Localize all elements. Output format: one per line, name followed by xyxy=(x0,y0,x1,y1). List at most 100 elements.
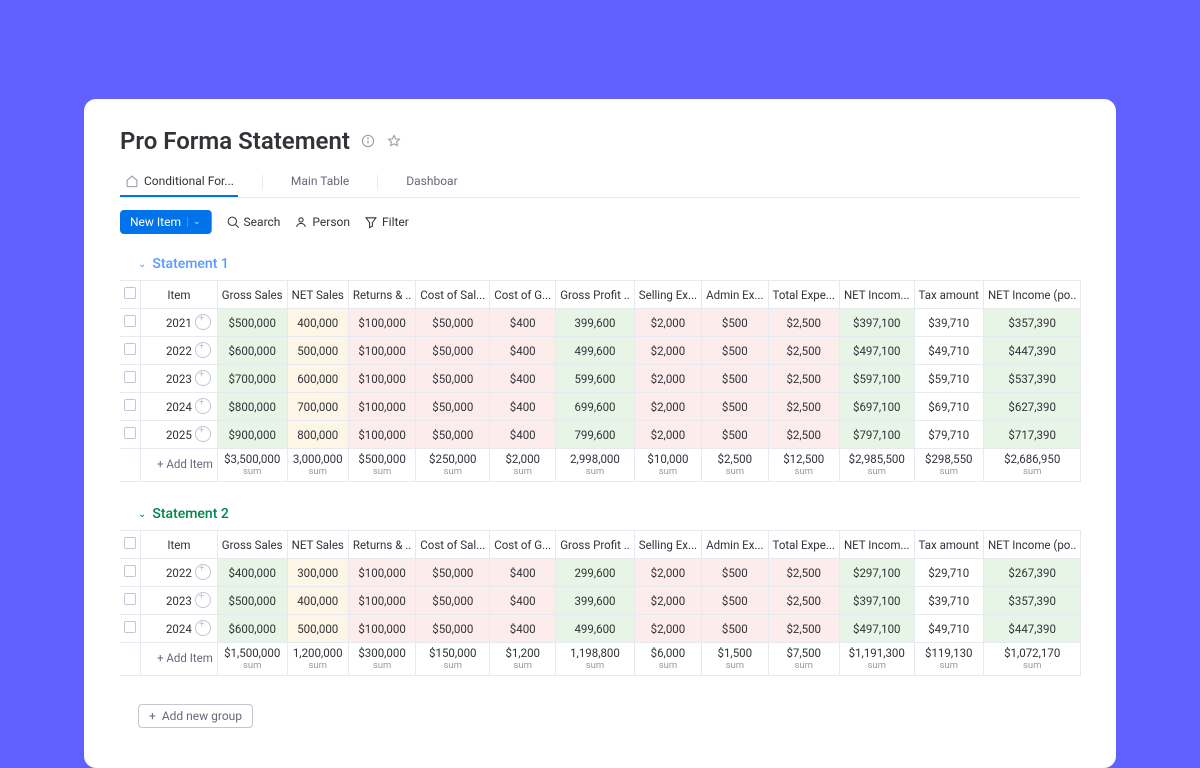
cell-tax[interactable]: $39,710 xyxy=(914,587,983,615)
select-all-cell[interactable] xyxy=(120,531,141,559)
conversation-icon[interactable] xyxy=(195,370,211,386)
col-costsal[interactable]: Cost of Sal... xyxy=(416,281,490,309)
group-header[interactable]: ⌄ Statement 2 xyxy=(138,506,1080,522)
table-row[interactable]: 2024$600,000500,000$100,000$50,000$40049… xyxy=(120,615,1081,643)
col-admin[interactable]: Admin Ex... xyxy=(702,531,768,559)
item-cell[interactable]: 2022 xyxy=(141,337,218,365)
search-tool[interactable]: Search xyxy=(226,215,281,229)
col-costsal[interactable]: Cost of Sal... xyxy=(416,531,490,559)
cell-costsal[interactable]: $50,000 xyxy=(416,393,490,421)
cell-netpo[interactable]: $627,390 xyxy=(983,393,1080,421)
cell-totexp[interactable]: $2,500 xyxy=(768,615,839,643)
person-tool[interactable]: Person xyxy=(294,215,350,229)
cell-admin[interactable]: $500 xyxy=(702,309,768,337)
select-all-cell[interactable] xyxy=(120,281,141,309)
cell-returns[interactable]: $100,000 xyxy=(348,309,415,337)
cell-admin[interactable]: $500 xyxy=(702,559,768,587)
row-checkbox[interactable] xyxy=(120,559,141,587)
cell-costsal[interactable]: $50,000 xyxy=(416,309,490,337)
cell-tax[interactable]: $49,710 xyxy=(914,337,983,365)
cell-sell[interactable]: $2,000 xyxy=(634,421,701,449)
conversation-icon[interactable] xyxy=(195,426,211,442)
cell-cog[interactable]: $400 xyxy=(490,587,556,615)
info-icon[interactable] xyxy=(360,133,376,149)
col-tax[interactable]: Tax amount xyxy=(914,281,983,309)
cell-net[interactable]: 300,000 xyxy=(287,559,348,587)
cell-netpo[interactable]: $267,390 xyxy=(983,559,1080,587)
cell-netinc[interactable]: $597,100 xyxy=(839,365,914,393)
col-gp[interactable]: Gross Profit .. xyxy=(556,531,635,559)
cell-cog[interactable]: $400 xyxy=(490,421,556,449)
cell-gross[interactable]: $700,000 xyxy=(217,365,287,393)
col-admin[interactable]: Admin Ex... xyxy=(702,281,768,309)
table-row[interactable]: 2021$500,000400,000$100,000$50,000$40039… xyxy=(120,309,1081,337)
col-netinc[interactable]: NET Incom... xyxy=(839,281,914,309)
table-row[interactable]: 2022$400,000300,000$100,000$50,000$40029… xyxy=(120,559,1081,587)
filter-tool[interactable]: Filter xyxy=(364,215,409,229)
cell-tax[interactable]: $29,710 xyxy=(914,559,983,587)
cell-costsal[interactable]: $50,000 xyxy=(416,559,490,587)
cell-netinc[interactable]: $497,100 xyxy=(839,615,914,643)
cell-gp[interactable]: 399,600 xyxy=(556,587,635,615)
cell-net[interactable]: 400,000 xyxy=(287,587,348,615)
cell-sell[interactable]: $2,000 xyxy=(634,615,701,643)
col-cog[interactable]: Cost of G... xyxy=(490,281,556,309)
table-row[interactable]: 2023$700,000600,000$100,000$50,000$40059… xyxy=(120,365,1081,393)
cell-returns[interactable]: $100,000 xyxy=(348,337,415,365)
cell-sell[interactable]: $2,000 xyxy=(634,393,701,421)
col-totexp[interactable]: Total Expe... xyxy=(768,281,839,309)
cell-totexp[interactable]: $2,500 xyxy=(768,421,839,449)
cell-netpo[interactable]: $357,390 xyxy=(983,587,1080,615)
row-checkbox[interactable] xyxy=(120,393,141,421)
col-tax[interactable]: Tax amount xyxy=(914,531,983,559)
cell-admin[interactable]: $500 xyxy=(702,587,768,615)
conversation-icon[interactable] xyxy=(195,314,211,330)
cell-gross[interactable]: $500,000 xyxy=(217,309,287,337)
cell-netinc[interactable]: $697,100 xyxy=(839,393,914,421)
cell-costsal[interactable]: $50,000 xyxy=(416,337,490,365)
cell-admin[interactable]: $500 xyxy=(702,615,768,643)
cell-gross[interactable]: $800,000 xyxy=(217,393,287,421)
cell-tax[interactable]: $39,710 xyxy=(914,309,983,337)
col-gross[interactable]: Gross Sales xyxy=(217,281,287,309)
table-row[interactable]: 2024$800,000700,000$100,000$50,000$40069… xyxy=(120,393,1081,421)
conversation-icon[interactable] xyxy=(195,564,211,580)
conversation-icon[interactable] xyxy=(195,342,211,358)
cell-costsal[interactable]: $50,000 xyxy=(416,421,490,449)
add-item-button[interactable]: + Add Item xyxy=(141,449,218,482)
cell-tax[interactable]: $49,710 xyxy=(914,615,983,643)
cell-net[interactable]: 800,000 xyxy=(287,421,348,449)
cell-netinc[interactable]: $297,100 xyxy=(839,559,914,587)
conversation-icon[interactable] xyxy=(195,398,211,414)
cell-sell[interactable]: $2,000 xyxy=(634,365,701,393)
col-netincpo[interactable]: NET Income (po.. xyxy=(983,281,1080,309)
conversation-icon[interactable] xyxy=(195,620,211,636)
tab-dashboard[interactable]: Dashboar xyxy=(402,167,461,197)
col-sell[interactable]: Selling Ex... xyxy=(634,531,701,559)
cell-sell[interactable]: $2,000 xyxy=(634,559,701,587)
col-gp[interactable]: Gross Profit .. xyxy=(556,281,635,309)
col-returns[interactable]: Returns & .. xyxy=(348,531,415,559)
col-netincpo[interactable]: NET Income (po.. xyxy=(983,531,1080,559)
cell-netpo[interactable]: $357,390 xyxy=(983,309,1080,337)
row-checkbox[interactable] xyxy=(120,615,141,643)
cell-gp[interactable]: 599,600 xyxy=(556,365,635,393)
cell-costsal[interactable]: $50,000 xyxy=(416,365,490,393)
cell-admin[interactable]: $500 xyxy=(702,365,768,393)
cell-returns[interactable]: $100,000 xyxy=(348,559,415,587)
cell-admin[interactable]: $500 xyxy=(702,337,768,365)
cell-returns[interactable]: $100,000 xyxy=(348,365,415,393)
cell-gross[interactable]: $400,000 xyxy=(217,559,287,587)
item-cell[interactable]: 2021 xyxy=(141,309,218,337)
cell-totexp[interactable]: $2,500 xyxy=(768,587,839,615)
conversation-icon[interactable] xyxy=(195,592,211,608)
cell-cog[interactable]: $400 xyxy=(490,365,556,393)
col-cog[interactable]: Cost of G... xyxy=(490,531,556,559)
cell-totexp[interactable]: $2,500 xyxy=(768,337,839,365)
col-net[interactable]: NET Sales xyxy=(287,281,348,309)
cell-net[interactable]: 500,000 xyxy=(287,337,348,365)
cell-netpo[interactable]: $447,390 xyxy=(983,615,1080,643)
cell-netpo[interactable]: $717,390 xyxy=(983,421,1080,449)
cell-returns[interactable]: $100,000 xyxy=(348,421,415,449)
cell-gross[interactable]: $900,000 xyxy=(217,421,287,449)
